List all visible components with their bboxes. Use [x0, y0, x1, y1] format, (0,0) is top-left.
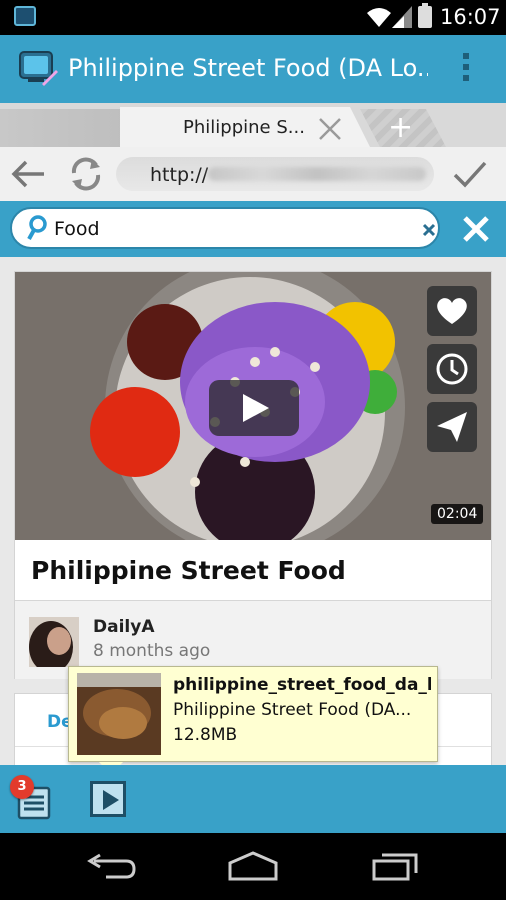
- search-box[interactable]: [10, 207, 440, 249]
- app-logo-icon: [19, 51, 58, 86]
- video-duration: 02:04: [431, 504, 484, 524]
- share-button[interactable]: [427, 402, 477, 452]
- avatar[interactable]: [29, 617, 79, 667]
- video-title: Philippine Street Food: [31, 556, 346, 585]
- app-notification-icon: [14, 6, 36, 26]
- clock-icon: [436, 353, 468, 385]
- plus-icon: +: [388, 110, 414, 145]
- nav-back-icon[interactable]: [86, 853, 138, 883]
- url-blurred-text: [208, 167, 426, 181]
- posted-time: 8 months ago: [93, 641, 211, 661]
- send-icon: [437, 412, 467, 442]
- overflow-menu-icon[interactable]: [456, 53, 476, 87]
- back-arrow-icon[interactable]: [10, 159, 46, 189]
- clear-search-icon[interactable]: [422, 223, 436, 237]
- download-popup[interactable]: philippine_street_food_da_l... Philippin…: [68, 666, 438, 774]
- close-tab-icon[interactable]: [318, 117, 342, 141]
- download-filename: philippine_street_food_da_l...: [173, 675, 431, 695]
- navigation-bar: [0, 833, 506, 900]
- nav-recent-apps-icon[interactable]: [370, 851, 420, 881]
- battery-icon: [418, 3, 432, 28]
- refresh-icon[interactable]: [68, 155, 104, 193]
- play-button[interactable]: [209, 380, 299, 436]
- heart-icon: [437, 298, 467, 324]
- downloads-badge: 3: [10, 775, 34, 799]
- status-bar: 16:07: [0, 0, 506, 35]
- checkmark-icon[interactable]: [452, 159, 488, 189]
- address-bar: http://: [0, 147, 506, 201]
- url-input[interactable]: http://: [116, 157, 434, 191]
- nav-home-icon[interactable]: [226, 851, 280, 881]
- bottom-toolbar: 3: [0, 765, 506, 833]
- search-icon: [27, 215, 47, 240]
- author-name[interactable]: DailyA: [93, 617, 154, 637]
- download-title: Philippine Street Food (DA...: [173, 700, 412, 720]
- download-size: 12.8MB: [173, 725, 238, 745]
- search-bar: [0, 201, 506, 257]
- action-bar: Philippine Street Food (DA Lo...: [0, 35, 506, 103]
- download-thumbnail: [77, 673, 161, 755]
- close-search-icon[interactable]: [462, 215, 490, 243]
- video-card: 02:04 Philippine Street Food DailyA 8 mo…: [14, 271, 492, 679]
- tab-strip: Philippine S... +: [0, 103, 506, 147]
- watch-later-button[interactable]: [427, 344, 477, 394]
- video-thumbnail[interactable]: 02:04: [15, 272, 491, 540]
- status-clock: 16:07: [440, 5, 501, 29]
- page-title: Philippine Street Food (DA Lo...: [68, 54, 428, 82]
- search-input[interactable]: [54, 216, 414, 242]
- player-play-icon[interactable]: [90, 781, 126, 817]
- tab-label: Philippine S...: [183, 117, 305, 138]
- wifi-icon: [367, 8, 391, 27]
- url-text: http://: [150, 164, 209, 186]
- favorite-button[interactable]: [427, 286, 477, 336]
- signal-icon: [392, 6, 412, 28]
- tab-previous[interactable]: [0, 109, 140, 147]
